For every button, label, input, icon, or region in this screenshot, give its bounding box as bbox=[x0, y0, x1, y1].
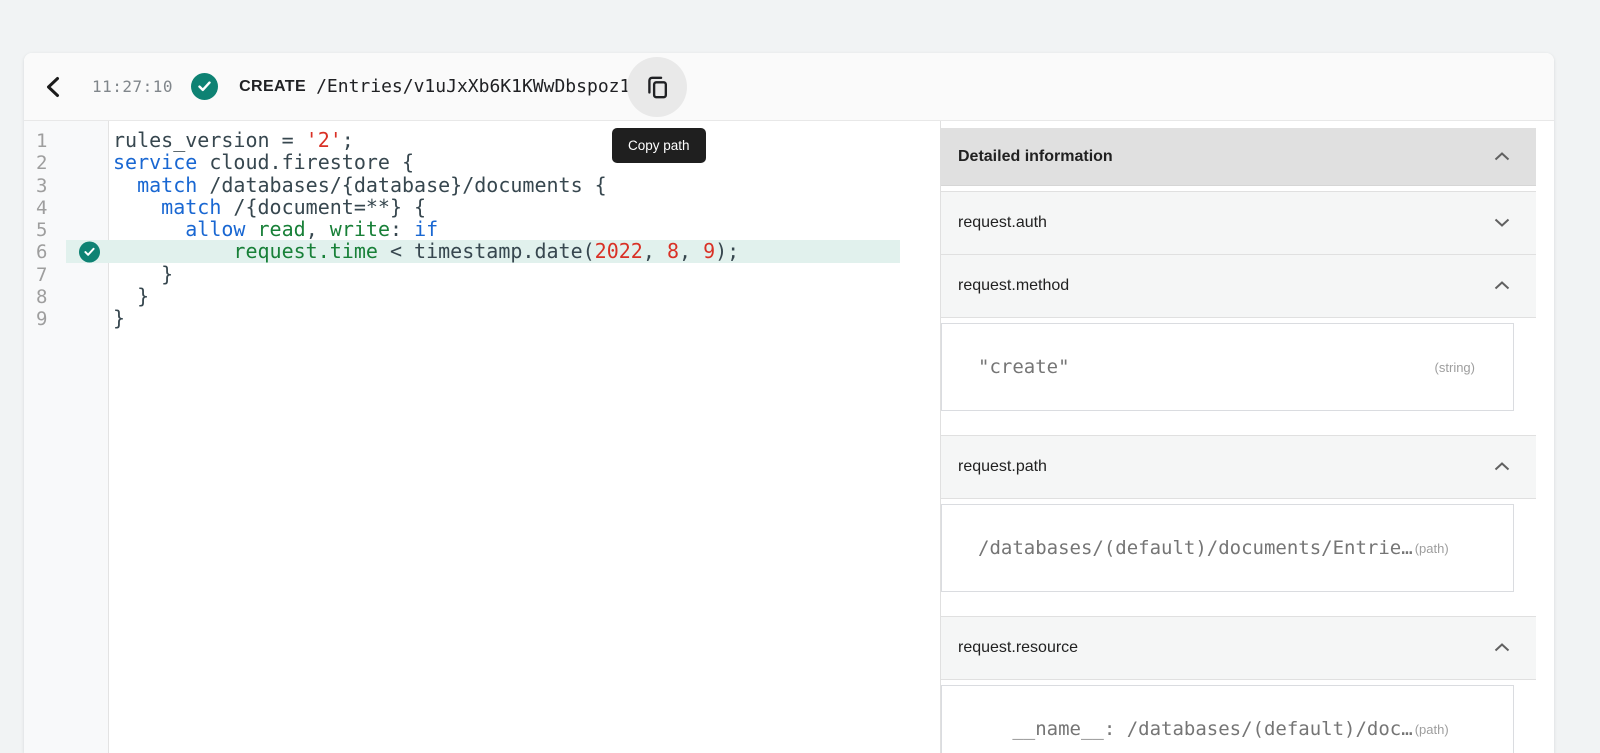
value-type-badge: (path) bbox=[1415, 541, 1449, 556]
back-button[interactable] bbox=[41, 75, 65, 99]
section-request-path-content: /databases/(default)/documents/Entrie… (… bbox=[941, 504, 1536, 592]
request-method-label: CREATE bbox=[239, 78, 306, 96]
section-request-auth[interactable]: request.auth bbox=[941, 191, 1536, 255]
detailed-information-title: Detailed information bbox=[958, 148, 1113, 166]
check-circle-icon bbox=[191, 73, 218, 100]
section-label: request.auth bbox=[958, 214, 1047, 232]
code-text: } bbox=[108, 262, 173, 286]
section-label: request.method bbox=[958, 277, 1069, 295]
code-line[interactable]: 2service cloud.firestore { bbox=[24, 151, 940, 173]
section-request-method[interactable]: request.method bbox=[941, 255, 1536, 318]
code-line[interactable]: 8 } bbox=[24, 285, 940, 307]
code-text: request.time < timestamp.date(2022, 8, 9… bbox=[108, 239, 739, 263]
chevron-up-icon bbox=[1494, 277, 1510, 295]
request-path-label: /Entries/v1uJxXb6K1KWwDbspoz1 bbox=[316, 76, 630, 97]
detailed-information-header[interactable]: Detailed information bbox=[941, 128, 1536, 186]
request-detail-card: 11:27:10 CREATE /Entries/v1uJxXb6K1KWwDb… bbox=[24, 53, 1554, 753]
line-number: 9 bbox=[24, 308, 108, 330]
code-line[interactable]: 5 allow read, write: if bbox=[24, 218, 940, 240]
rules-code-editor[interactable]: 1rules_version = '2';2service cloud.fire… bbox=[24, 121, 940, 753]
value-row: /databases/(default)/documents/Entrie… (… bbox=[941, 504, 1514, 592]
line-number: 8 bbox=[24, 286, 108, 308]
value-type-badge: (string) bbox=[1435, 360, 1475, 375]
line-number: 2 bbox=[24, 152, 108, 174]
code-line[interactable]: 3 match /databases/{database}/documents … bbox=[24, 174, 940, 196]
code-text: match /{document=**} { bbox=[108, 195, 426, 219]
section-label: request.resource bbox=[958, 639, 1078, 657]
request-header-bar: 11:27:10 CREATE /Entries/v1uJxXb6K1KWwDb… bbox=[24, 53, 1554, 121]
code-text: allow read, write: if bbox=[108, 217, 438, 241]
copy-path-tooltip: Copy path bbox=[612, 128, 706, 163]
section-request-resource[interactable]: request.resource bbox=[941, 616, 1536, 680]
chevron-up-icon bbox=[1494, 458, 1510, 476]
request-timestamp: 11:27:10 bbox=[92, 77, 173, 96]
value-text: "create" bbox=[978, 356, 1070, 378]
code-line[interactable]: 4 match /{document=**} { bbox=[24, 196, 940, 218]
code-text: } bbox=[108, 284, 149, 308]
section-label: request.path bbox=[958, 458, 1047, 476]
code-text: match /databases/{database}/documents { bbox=[108, 173, 607, 197]
code-text: service cloud.firestore { bbox=[108, 150, 414, 174]
section-request-path[interactable]: request.path bbox=[941, 435, 1536, 499]
value-text: __name__: /databases/(default)/doc… bbox=[978, 718, 1413, 740]
chevron-left-icon bbox=[43, 76, 63, 98]
chevron-down-icon bbox=[1494, 214, 1510, 232]
code-line[interactable]: 7 } bbox=[24, 263, 940, 285]
value-type-badge: (path) bbox=[1415, 722, 1449, 737]
value-row: __name__: /databases/(default)/doc… (pat… bbox=[941, 685, 1514, 753]
code-text: rules_version = '2'; bbox=[108, 128, 354, 152]
check-circle-icon bbox=[79, 241, 100, 262]
value-row: "create" (string) bbox=[941, 323, 1514, 411]
copy-path-button[interactable] bbox=[627, 57, 687, 117]
chevron-up-icon bbox=[1494, 148, 1510, 166]
rules-playground-screen: 11:27:10 CREATE /Entries/v1uJxXb6K1KWwDb… bbox=[0, 0, 1600, 753]
code-line[interactable]: 9} bbox=[24, 307, 940, 329]
detailed-information-panel: Detailed information request.auth reques… bbox=[940, 121, 1554, 753]
section-request-resource-content: __name__: /databases/(default)/doc… (pat… bbox=[941, 685, 1536, 753]
line-number: 5 bbox=[24, 219, 108, 241]
code-line[interactable]: 1rules_version = '2'; bbox=[24, 129, 940, 151]
line-number: 4 bbox=[24, 197, 108, 219]
content-copy-icon bbox=[644, 74, 671, 101]
value-text: /databases/(default)/documents/Entrie… bbox=[978, 537, 1413, 559]
section-request-method-content: "create" (string) bbox=[941, 323, 1536, 411]
line-number: 7 bbox=[24, 264, 108, 286]
code-line[interactable]: 6 request.time < timestamp.date(2022, 8,… bbox=[24, 240, 940, 262]
chevron-up-icon bbox=[1494, 639, 1510, 657]
code-text: } bbox=[108, 306, 125, 330]
line-number: 3 bbox=[24, 175, 108, 197]
line-number: 1 bbox=[24, 130, 108, 152]
code-lines: 1rules_version = '2';2service cloud.fire… bbox=[24, 121, 940, 330]
